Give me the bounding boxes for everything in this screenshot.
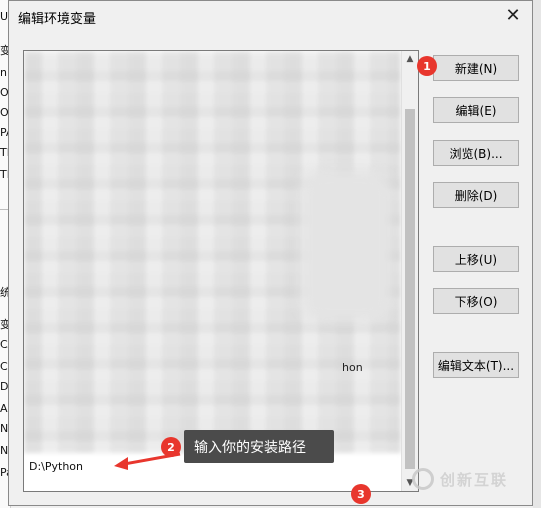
background-window-right-edge [533, 0, 541, 508]
edit-text-button[interactable]: 编辑文本(T)... [433, 352, 519, 378]
close-icon[interactable]: ✕ [502, 4, 524, 26]
vertical-scrollbar[interactable]: ▲ ▼ [401, 51, 418, 491]
red-arrow-icon [114, 452, 181, 470]
path-list[interactable]: hon D:\Python ▲ ▼ [23, 50, 419, 492]
watermark: 创新互联 [412, 462, 534, 496]
list-item[interactable] [26, 478, 396, 491]
dialog-title: 编辑环境变量 [18, 12, 97, 27]
watermark-text: 创新互联 [440, 470, 509, 489]
step-1-badge: 1 [417, 56, 437, 76]
install-path-hint: 输入你的安装路径 [184, 430, 334, 463]
scroll-up-arrow-icon[interactable]: ▲ [402, 51, 418, 67]
path-list-content: hon D:\Python [24, 51, 401, 491]
step-3-badge: 3 [351, 484, 371, 504]
move-down-button[interactable]: 下移(O) [433, 288, 519, 314]
move-up-button[interactable]: 上移(U) [433, 246, 519, 272]
watermark-logo-icon [412, 468, 434, 490]
new-button[interactable]: 新建(N) [433, 55, 519, 81]
edit-button[interactable]: 编辑(E) [433, 97, 519, 123]
blurred-entry-fragment: hon [342, 361, 363, 374]
delete-button[interactable]: 删除(D) [433, 182, 519, 208]
browse-button[interactable]: 浏览(B)... [433, 140, 519, 166]
scrollbar-thumb[interactable] [405, 109, 415, 469]
blurred-path-entries-edge [301, 171, 391, 321]
